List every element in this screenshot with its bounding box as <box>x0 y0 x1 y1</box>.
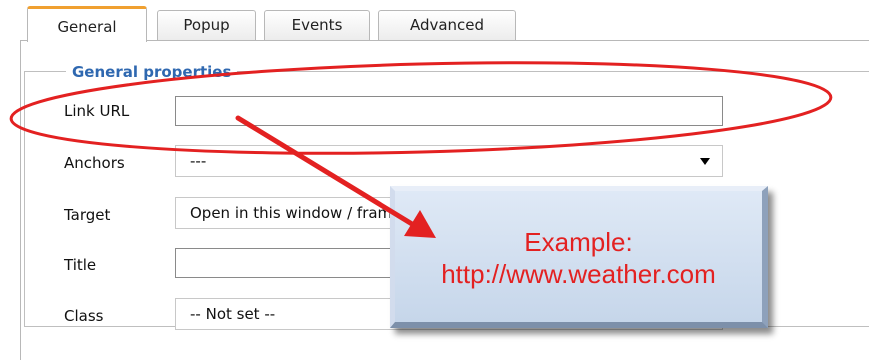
tab-events-label: Events <box>291 16 343 34</box>
callout-line-1: Example: <box>524 227 633 257</box>
tab-popup[interactable]: Popup <box>157 10 256 40</box>
link-url-input[interactable] <box>175 96 723 126</box>
tab-advanced-label: Advanced <box>409 16 485 34</box>
tab-general-label: General <box>57 18 117 36</box>
target-label: Target <box>64 206 111 224</box>
tab-bar: General Popup Events Advanced <box>0 0 869 42</box>
link-url-label: Link URL <box>64 102 130 120</box>
tab-events[interactable]: Events <box>264 10 370 40</box>
fieldset-legend: General properties <box>66 62 238 82</box>
target-select-value: Open in this window / frame <box>190 204 402 222</box>
anchors-select-value: --- <box>190 152 207 170</box>
class-label: Class <box>64 307 104 325</box>
tab-general[interactable]: General <box>27 6 147 42</box>
anchors-label: Anchors <box>64 154 125 172</box>
tab-advanced[interactable]: Advanced <box>378 10 516 40</box>
callout-line-2: http://www.weather.com <box>441 259 716 289</box>
class-select-value: -- Not set -- <box>190 305 276 323</box>
anchors-select[interactable]: --- <box>175 145 723 177</box>
tab-popup-label: Popup <box>183 16 230 34</box>
example-callout: Example: http://www.weather.com <box>390 186 768 328</box>
chevron-down-icon <box>700 158 710 165</box>
title-label: Title <box>64 256 97 274</box>
